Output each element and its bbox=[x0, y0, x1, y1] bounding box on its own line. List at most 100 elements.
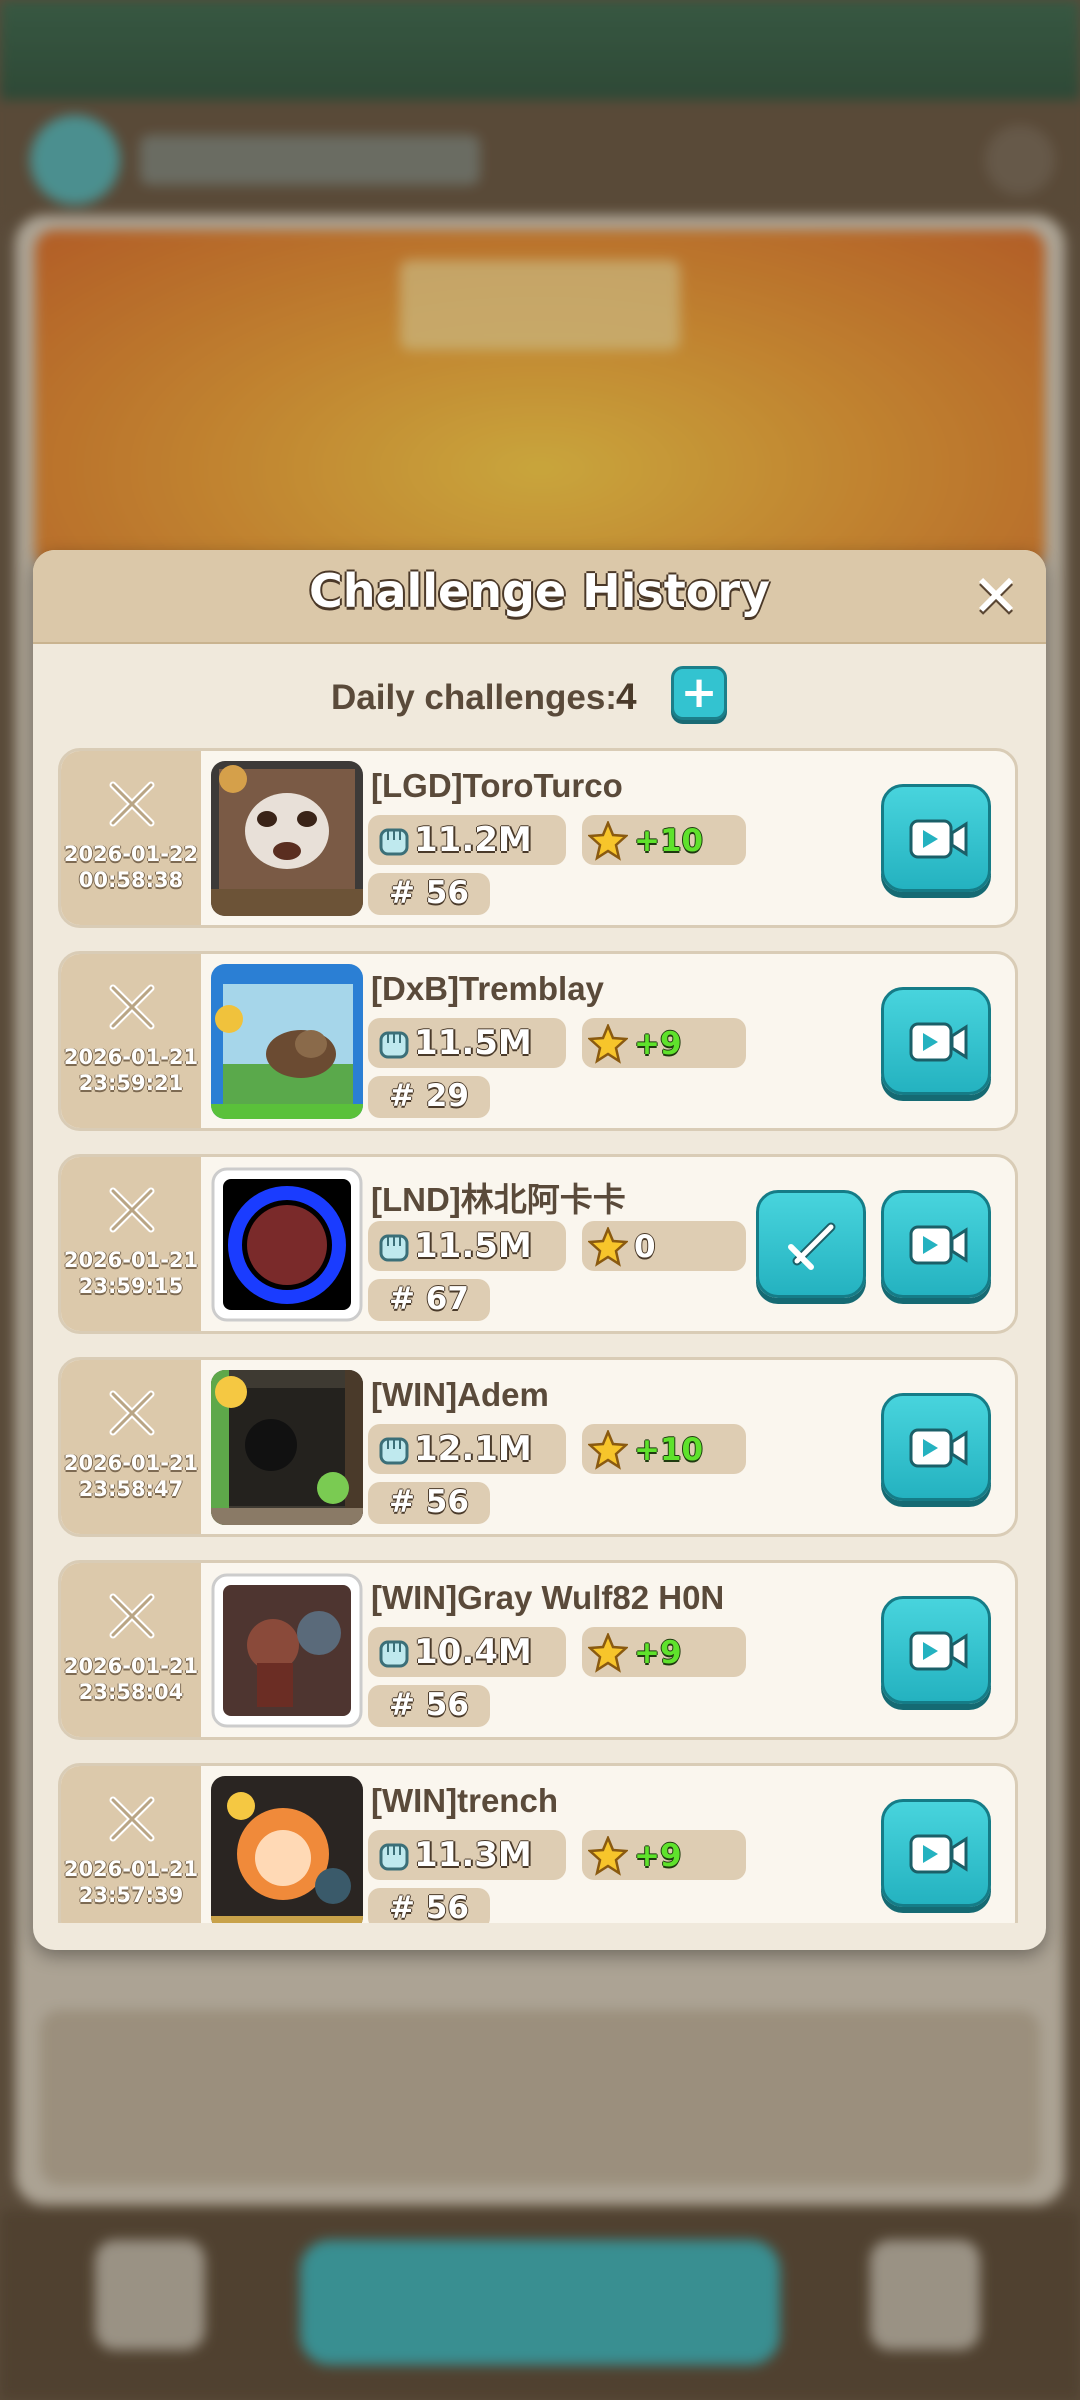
player-name: [DxB]Tremblay bbox=[371, 970, 604, 1007]
fist-icon bbox=[374, 1226, 414, 1266]
row-date: 2026-01-21 bbox=[63, 1248, 199, 1272]
power-badge: 12.1M bbox=[368, 1424, 566, 1474]
power-badge: 11.2M bbox=[368, 815, 566, 865]
player-name: [WIN]Gray Wulf82 H0N bbox=[371, 1579, 725, 1616]
rank-value: # 56 bbox=[389, 1484, 469, 1520]
row-time: 23:57:39 bbox=[78, 1883, 184, 1907]
player-name: [WIN]trench bbox=[371, 1782, 558, 1819]
power-value: 11.2M bbox=[414, 820, 532, 860]
plus-icon: + bbox=[680, 667, 718, 718]
star-icon bbox=[586, 1631, 630, 1673]
fist-icon bbox=[374, 1632, 414, 1672]
points-value: +9 bbox=[634, 1838, 682, 1874]
row-datetime: 2026-01-21 23:58:04 bbox=[61, 1653, 201, 1705]
row-timestamp-panel: 2026-01-21 23:59:15 bbox=[61, 1157, 201, 1331]
replay-video-button[interactable] bbox=[881, 1799, 991, 1907]
points-badge: +10 bbox=[582, 1424, 746, 1474]
row-date: 2026-01-21 bbox=[63, 1451, 199, 1475]
row-date: 2026-01-21 bbox=[63, 1045, 199, 1069]
row-timestamp-panel: 2026-01-21 23:58:04 bbox=[61, 1563, 201, 1737]
rank-badge: # 56 bbox=[368, 1685, 490, 1727]
rank-badge: # 56 bbox=[368, 1482, 490, 1524]
daily-challenges: Daily challenges: 4 bbox=[33, 668, 1046, 728]
power-value: 12.1M bbox=[414, 1429, 532, 1469]
replay-video-button[interactable] bbox=[881, 784, 991, 892]
rank-value: # 56 bbox=[389, 1890, 469, 1923]
row-datetime: 2026-01-21 23:58:47 bbox=[61, 1450, 201, 1502]
row-date: 2026-01-22 bbox=[63, 842, 199, 866]
star-icon bbox=[586, 819, 630, 861]
power-value: 11.3M bbox=[414, 1835, 532, 1875]
replay-video-button[interactable] bbox=[881, 1393, 991, 1501]
rank-badge: # 56 bbox=[368, 1888, 490, 1923]
power-value: 11.5M bbox=[414, 1023, 532, 1063]
challenge-history-dialog: Challenge History ✕ Daily challenges: 4 … bbox=[33, 550, 1046, 1950]
player-avatar bbox=[211, 964, 363, 1119]
row-datetime: 2026-01-21 23:59:21 bbox=[61, 1044, 201, 1096]
points-badge: 0 bbox=[582, 1221, 746, 1271]
crossed-swords-icon bbox=[105, 777, 159, 831]
row-time: 00:58:38 bbox=[78, 868, 184, 892]
challenge-list[interactable]: 2026-01-22 00:58:38 [LGD]ToroTurco 11.2M +10… bbox=[33, 748, 1046, 1923]
player-avatar bbox=[211, 1167, 363, 1322]
add-challenges-button[interactable]: + bbox=[671, 666, 727, 720]
player-name: [LGD]ToroTurco bbox=[371, 767, 623, 804]
rank-badge: # 29 bbox=[368, 1076, 490, 1118]
power-value: 11.5M bbox=[414, 1226, 532, 1266]
row-datetime: 2026-01-21 23:59:15 bbox=[61, 1247, 201, 1299]
row-time: 23:59:15 bbox=[78, 1274, 184, 1298]
power-badge: 11.5M bbox=[368, 1018, 566, 1068]
points-value: +10 bbox=[634, 823, 704, 859]
fist-icon bbox=[374, 820, 414, 860]
row-datetime: 2026-01-22 00:58:38 bbox=[61, 841, 201, 893]
player-avatar bbox=[211, 1573, 363, 1728]
row-time: 23:58:47 bbox=[78, 1477, 184, 1501]
row-date: 2026-01-21 bbox=[63, 1857, 199, 1881]
player-avatar bbox=[211, 1776, 363, 1923]
dialog-title: Challenge History bbox=[308, 564, 771, 618]
attack-button[interactable] bbox=[756, 1190, 866, 1298]
points-value: +10 bbox=[634, 1432, 704, 1468]
row-time: 23:58:04 bbox=[78, 1680, 184, 1704]
fist-icon bbox=[374, 1835, 414, 1875]
power-value: 10.4M bbox=[414, 1632, 532, 1672]
challenge-row: 2026-01-22 00:58:38 [LGD]ToroTurco 11.2M +10… bbox=[58, 748, 1018, 928]
star-icon bbox=[586, 1022, 630, 1064]
rank-badge: # 56 bbox=[368, 873, 490, 915]
points-badge: +9 bbox=[582, 1830, 746, 1880]
star-icon bbox=[586, 1225, 630, 1267]
player-name: [LND]林北阿卡卡 bbox=[371, 1181, 626, 1218]
challenge-row: 2026-01-21 23:59:21 [DxB]Tremblay 11.5M +9 # … bbox=[58, 951, 1018, 1131]
points-value: +9 bbox=[634, 1026, 682, 1062]
replay-video-button[interactable] bbox=[881, 987, 991, 1095]
star-icon bbox=[586, 1834, 630, 1876]
points-badge: +9 bbox=[582, 1627, 746, 1677]
row-timestamp-panel: 2026-01-21 23:59:21 bbox=[61, 954, 201, 1128]
player-name: [WIN]Adem bbox=[371, 1376, 549, 1413]
rank-value: # 67 bbox=[389, 1281, 469, 1317]
close-icon[interactable]: ✕ bbox=[968, 567, 1024, 625]
crossed-swords-icon bbox=[105, 1386, 159, 1440]
crossed-swords-icon bbox=[105, 1589, 159, 1643]
points-value: +9 bbox=[634, 1635, 682, 1671]
daily-challenges-count: 4 bbox=[616, 676, 637, 717]
points-value: 0 bbox=[634, 1229, 656, 1265]
power-badge: 10.4M bbox=[368, 1627, 566, 1677]
dialog-header: Challenge History ✕ bbox=[33, 550, 1046, 644]
points-badge: +10 bbox=[582, 815, 746, 865]
row-timestamp-panel: 2026-01-21 23:58:47 bbox=[61, 1360, 201, 1534]
row-date: 2026-01-21 bbox=[63, 1654, 199, 1678]
crossed-swords-icon bbox=[105, 1792, 159, 1846]
rank-badge: # 67 bbox=[368, 1279, 490, 1321]
challenge-row: 2026-01-21 23:58:47 [WIN]Adem 12.1M +10 # 56 bbox=[58, 1357, 1018, 1537]
challenge-row: 2026-01-21 23:58:04 [WIN]Gray Wulf82 H0N 10… bbox=[58, 1560, 1018, 1740]
row-datetime: 2026-01-21 23:57:39 bbox=[61, 1856, 201, 1908]
player-avatar bbox=[211, 1370, 363, 1525]
player-avatar bbox=[211, 761, 363, 916]
crossed-swords-icon bbox=[105, 980, 159, 1034]
crossed-swords-icon bbox=[105, 1183, 159, 1237]
points-badge: +9 bbox=[582, 1018, 746, 1068]
fist-icon bbox=[374, 1023, 414, 1063]
replay-video-button[interactable] bbox=[881, 1596, 991, 1704]
replay-video-button[interactable] bbox=[881, 1190, 991, 1298]
